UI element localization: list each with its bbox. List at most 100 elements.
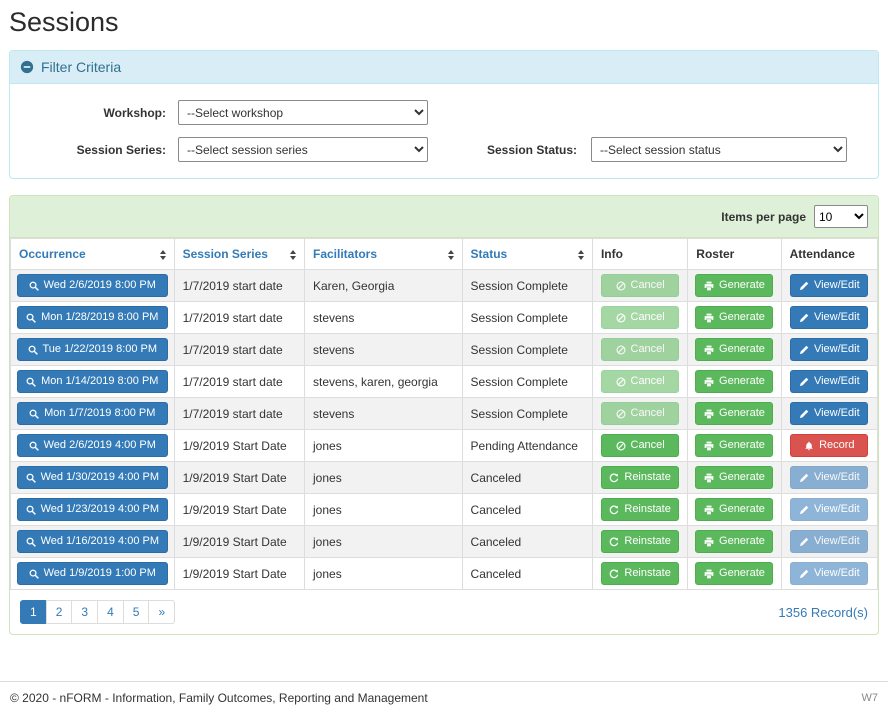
view-edit-button[interactable]: View/Edit	[790, 402, 868, 425]
info-cell: Cancel	[592, 398, 687, 430]
print-icon	[704, 569, 714, 579]
info-cell: Reinstate	[592, 462, 687, 494]
pencil-icon	[799, 313, 809, 323]
generate-button[interactable]: Generate	[695, 370, 773, 393]
column-label: Session Series	[183, 247, 268, 261]
ban-icon	[616, 441, 626, 451]
pencil-icon	[799, 473, 809, 483]
reinstate-button[interactable]: Reinstate	[601, 562, 679, 585]
view-edit-button-label: View/Edit	[814, 280, 860, 291]
pencil-icon	[799, 345, 809, 355]
page-button-1[interactable]: 1	[20, 600, 47, 624]
generate-button-label: Generate	[719, 312, 765, 323]
occurrence-button[interactable]: Wed 1/16/2019 4:00 PM	[17, 530, 168, 553]
session-series-cell: 1/7/2019 start date	[174, 398, 304, 430]
reinstate-button[interactable]: Reinstate	[601, 530, 679, 553]
search-icon	[26, 505, 36, 515]
session-series-cell: 1/9/2019 Start Date	[174, 558, 304, 590]
occurrence-button-label: Wed 1/16/2019 4:00 PM	[41, 536, 159, 547]
status-cell: Session Complete	[462, 270, 592, 302]
generate-button[interactable]: Generate	[695, 306, 773, 329]
generate-button-label: Generate	[719, 568, 765, 579]
pagination: 12345»	[20, 600, 175, 624]
attendance-cell: View/Edit	[781, 366, 877, 398]
search-icon	[29, 281, 39, 291]
view-edit-button[interactable]: View/Edit	[790, 370, 868, 393]
occurrence-button[interactable]: Mon 1/14/2019 8:00 PM	[17, 370, 168, 393]
record-button[interactable]: Record	[790, 434, 868, 457]
view-edit-button[interactable]: View/Edit	[790, 338, 868, 361]
items-per-page-select[interactable]: 10	[814, 205, 868, 228]
cancel-button-label: Cancel	[631, 312, 665, 323]
generate-button[interactable]: Generate	[695, 274, 773, 297]
occurrence-cell: Tue 1/22/2019 8:00 PM	[11, 334, 175, 366]
table-row: Tue 1/22/2019 8:00 PM1/7/2019 start date…	[11, 334, 878, 366]
page-button-3[interactable]: 3	[71, 600, 98, 624]
session-status-select[interactable]: --Select session status	[591, 137, 847, 162]
occurrence-button[interactable]: Mon 1/7/2019 8:00 PM	[17, 402, 168, 425]
generate-button[interactable]: Generate	[695, 498, 773, 521]
view-edit-button-label: View/Edit	[814, 504, 860, 515]
generate-button-label: Generate	[719, 472, 765, 483]
reinstate-button-label: Reinstate	[624, 472, 670, 483]
page-button-2[interactable]: 2	[46, 600, 73, 624]
search-icon	[26, 377, 36, 387]
attendance-cell: View/Edit	[781, 270, 877, 302]
generate-button[interactable]: Generate	[695, 562, 773, 585]
minus-circle-icon[interactable]	[20, 60, 34, 74]
page-button-4[interactable]: 4	[97, 600, 124, 624]
filter-criteria-header[interactable]: Filter Criteria	[10, 51, 878, 84]
generate-button[interactable]: Generate	[695, 530, 773, 553]
occurrence-button[interactable]: Wed 2/6/2019 4:00 PM	[17, 434, 168, 457]
attendance-cell: View/Edit	[781, 302, 877, 334]
undo-icon	[609, 569, 619, 579]
column-header-facilitators[interactable]: Facilitators	[305, 239, 463, 270]
workshop-select[interactable]: --Select workshop	[178, 100, 428, 125]
cancel-button: Cancel	[601, 402, 679, 425]
reinstate-button-label: Reinstate	[624, 504, 670, 515]
reinstate-button[interactable]: Reinstate	[601, 466, 679, 489]
search-icon	[26, 537, 36, 547]
print-icon	[704, 473, 714, 483]
occurrence-button[interactable]: Mon 1/28/2019 8:00 PM	[17, 306, 168, 329]
sort-icon	[578, 250, 584, 260]
occurrence-button[interactable]: Tue 1/22/2019 8:00 PM	[17, 338, 168, 361]
generate-button[interactable]: Generate	[695, 434, 773, 457]
filter-criteria-body: Workshop: --Select workshop Session Seri…	[10, 84, 878, 178]
sessions-table-body: Wed 2/6/2019 8:00 PM1/7/2019 start dateK…	[11, 270, 878, 590]
column-header-status[interactable]: Status	[462, 239, 592, 270]
table-row: Wed 2/6/2019 8:00 PM1/7/2019 start dateK…	[11, 270, 878, 302]
occurrence-button[interactable]: Wed 1/9/2019 1:00 PM	[17, 562, 168, 585]
page-button-5[interactable]: 5	[123, 600, 150, 624]
search-icon	[28, 345, 38, 355]
items-per-page-label: Items per page	[721, 210, 806, 224]
session-series-select[interactable]: --Select session series	[178, 137, 428, 162]
column-header-session-series[interactable]: Session Series	[174, 239, 304, 270]
occurrence-cell: Wed 1/30/2019 4:00 PM	[11, 462, 175, 494]
generate-button[interactable]: Generate	[695, 338, 773, 361]
session-series-cell: 1/9/2019 Start Date	[174, 526, 304, 558]
cancel-button[interactable]: Cancel	[601, 434, 679, 457]
occurrence-button[interactable]: Wed 1/30/2019 4:00 PM	[17, 466, 168, 489]
status-cell: Canceled	[462, 526, 592, 558]
occurrence-button[interactable]: Wed 1/23/2019 4:00 PM	[17, 498, 168, 521]
generate-button[interactable]: Generate	[695, 402, 773, 425]
session-series-cell: 1/7/2019 start date	[174, 270, 304, 302]
occurrence-cell: Wed 2/6/2019 8:00 PM	[11, 270, 175, 302]
print-icon	[704, 313, 714, 323]
cancel-button-label: Cancel	[631, 440, 665, 451]
roster-cell: Generate	[688, 366, 781, 398]
view-edit-button[interactable]: View/Edit	[790, 306, 868, 329]
reinstate-button-label: Reinstate	[624, 568, 670, 579]
session-series-label: Session Series:	[20, 143, 178, 157]
view-edit-button[interactable]: View/Edit	[790, 274, 868, 297]
column-header-occurrence[interactable]: Occurrence	[11, 239, 175, 270]
info-cell: Cancel	[592, 366, 687, 398]
roster-cell: Generate	[688, 334, 781, 366]
next-page-button[interactable]: »	[148, 600, 175, 624]
occurrence-button-label: Tue 1/22/2019 8:00 PM	[43, 344, 158, 355]
reinstate-button[interactable]: Reinstate	[601, 498, 679, 521]
occurrence-button[interactable]: Wed 2/6/2019 8:00 PM	[17, 274, 168, 297]
generate-button[interactable]: Generate	[695, 466, 773, 489]
session-series-cell: 1/9/2019 Start Date	[174, 430, 304, 462]
